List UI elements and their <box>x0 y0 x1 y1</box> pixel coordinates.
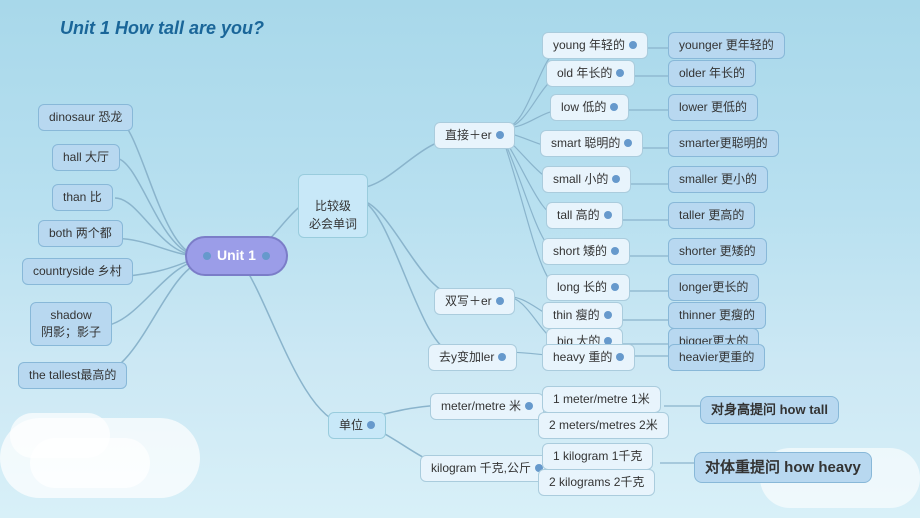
node-shadow: shadow 阴影；影子 <box>30 302 112 346</box>
long-dot <box>611 283 619 291</box>
word-tall-base: tall 高的 <box>546 202 623 229</box>
kg-value-2: 2 kilograms 2千克 <box>538 469 655 496</box>
node-zhijie: 直接＋er <box>434 122 515 149</box>
word-heavier-comp: heavier更重的 <box>668 344 765 371</box>
danwei-dot <box>367 421 375 429</box>
word-small-base: small 小的 <box>542 166 631 193</box>
word-thin-base: thin 瘦的 <box>542 302 623 329</box>
heavy-dot <box>616 353 624 361</box>
node-kilogram: kilogram 千克,公斤 <box>420 455 554 482</box>
center-left-dot <box>203 252 211 260</box>
node-both: both 两个都 <box>38 220 123 247</box>
zhijie-dot <box>496 131 504 139</box>
node-than: than 比 <box>52 184 113 211</box>
node-hall: hall 大厅 <box>52 144 120 171</box>
small-dot <box>612 175 620 183</box>
question-how-heavy: 对体重提问 how heavy <box>694 452 872 483</box>
kg-value-1: 1 kilogram 1千克 <box>542 443 653 470</box>
word-old-base: old 年长的 <box>546 60 635 87</box>
word-lower-comp: lower 更低的 <box>668 94 758 121</box>
page-title: Unit 1 How tall are you? <box>60 18 264 39</box>
center-node: Unit 1 <box>185 236 288 276</box>
meter-value-2: 2 meters/metres 2米 <box>538 412 669 439</box>
center-right-dot <box>262 252 270 260</box>
node-countryside: countryside 乡村 <box>22 258 133 285</box>
word-older-comp: older 年长的 <box>668 60 756 87</box>
meter-value-1: 1 meter/metre 1米 <box>542 386 661 413</box>
shuangxie-dot <box>496 297 504 305</box>
smart-dot <box>624 139 632 147</box>
word-longer-comp: longer更长的 <box>668 274 759 301</box>
node-dinosaur: dinosaur 恐龙 <box>38 104 133 131</box>
meter-dot <box>525 402 533 410</box>
node-quy: 去y变加ler <box>428 344 517 371</box>
word-shorter-comp: shorter 更矮的 <box>668 238 767 265</box>
word-young-base: young 年轻的 <box>542 32 648 59</box>
word-long-base: long 长的 <box>546 274 630 301</box>
old-dot <box>616 69 624 77</box>
word-smaller-comp: smaller 更小的 <box>668 166 768 193</box>
tall-dot <box>604 211 612 219</box>
word-short-base: short 矮的 <box>542 238 630 265</box>
word-low-base: low 低的 <box>550 94 629 121</box>
short-dot <box>611 247 619 255</box>
node-shuangxie: 双写＋er <box>434 288 515 315</box>
word-heavy-base: heavy 重的 <box>542 344 635 371</box>
node-tallest: the tallest最高的 <box>18 362 127 389</box>
word-smart-base: smart 聪明的 <box>540 130 643 157</box>
word-younger-comp: younger 更年轻的 <box>668 32 785 59</box>
node-meter: meter/metre 米 <box>430 393 544 420</box>
node-danwei: 单位 <box>328 412 386 439</box>
word-smarter-comp: smarter更聪明的 <box>668 130 779 157</box>
node-bijiaoji: 比较级 必会单词 <box>298 174 368 238</box>
quy-dot <box>498 353 506 361</box>
word-thinner-comp: thinner 更瘦的 <box>668 302 766 329</box>
low-dot <box>610 103 618 111</box>
word-taller-comp: taller 更高的 <box>668 202 755 229</box>
question-how-tall: 对身高提问 how tall <box>700 396 839 424</box>
young-dot <box>629 41 637 49</box>
thin-dot <box>604 311 612 319</box>
